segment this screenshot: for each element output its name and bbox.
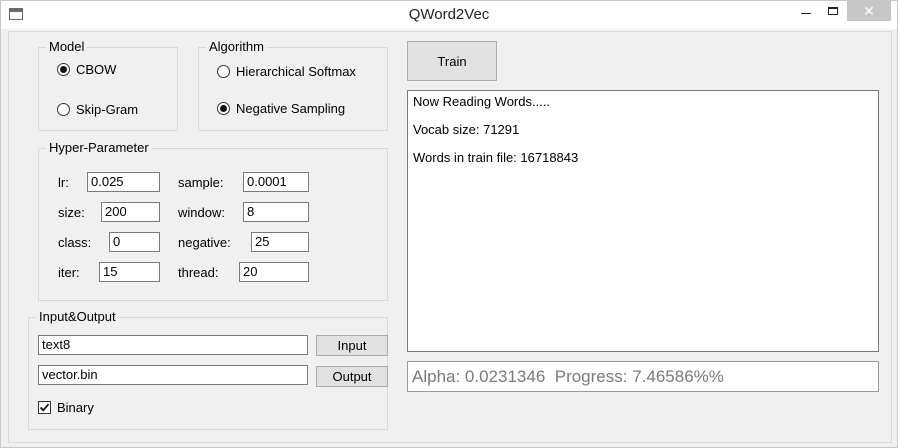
class-label: class: [58, 235, 92, 250]
thread-label: thread: [178, 265, 219, 280]
class-input[interactable]: 0 [109, 232, 160, 252]
radio-negative-sampling-label: Negative Sampling [236, 101, 346, 116]
hyper-parameter-group: Hyper-Parameter lr: 0.025 sample: 0.0001… [38, 140, 388, 301]
sample-input[interactable]: 0.0001 [243, 172, 309, 192]
checkmark-icon [39, 403, 50, 412]
algorithm-group: Algorithm Hierarchical Softmax Negative … [198, 39, 388, 131]
log-line: Vocab size: 71291 [413, 122, 520, 137]
checkbox-indicator [38, 401, 51, 414]
iter-label: iter: [58, 265, 80, 280]
log-output[interactable]: Now Reading Words..... Vocab size: 71291… [407, 90, 879, 352]
output-button[interactable]: Output [316, 366, 388, 387]
radio-cbow[interactable]: CBOW [57, 62, 116, 77]
window-label: window: [178, 205, 225, 220]
hyper-parameter-legend: Hyper-Parameter [46, 140, 152, 156]
model-group: Model CBOW Skip-Gram [38, 39, 178, 131]
title-bar[interactable]: QWord2Vec ✕ [1, 1, 897, 29]
model-legend: Model [46, 39, 88, 55]
main-window: QWord2Vec ✕ Model CBOW Skip-Gram Algorit… [0, 0, 898, 448]
input-output-group: Input&Output text8 Input vector.bin Outp… [28, 309, 388, 430]
radio-indicator [57, 63, 70, 76]
minimize-button[interactable] [792, 1, 820, 21]
binary-checkbox[interactable]: Binary [38, 400, 94, 415]
input-file-field[interactable]: text8 [38, 335, 308, 355]
input-output-legend: Input&Output [36, 309, 119, 325]
iter-input[interactable]: 15 [99, 262, 160, 282]
binary-label: Binary [57, 400, 94, 415]
algorithm-legend: Algorithm [206, 39, 267, 55]
radio-cbow-label: CBOW [76, 62, 117, 77]
lr-label: lr: [58, 175, 69, 190]
maximize-icon [828, 7, 838, 15]
train-button[interactable]: Train [407, 41, 497, 81]
close-button[interactable]: ✕ [847, 1, 891, 21]
log-line: Words in train file: 16718843 [413, 150, 579, 165]
radio-indicator [57, 103, 70, 116]
size-input[interactable]: 200 [101, 202, 160, 222]
radio-skip-gram-label: Skip-Gram [76, 102, 139, 117]
radio-indicator [217, 102, 230, 115]
negative-label: negative: [178, 235, 231, 250]
status-field: Alpha: 0.0231346 Progress: 7.46586%% [407, 361, 879, 392]
maximize-button[interactable] [819, 1, 847, 21]
sample-label: sample: [178, 175, 224, 190]
close-icon: ✕ [863, 3, 875, 19]
radio-hierarchical-softmax-label: Hierarchical Softmax [236, 64, 356, 79]
window-input[interactable]: 8 [243, 202, 309, 222]
output-file-field[interactable]: vector.bin [38, 365, 308, 385]
radio-skip-gram[interactable]: Skip-Gram [57, 102, 138, 117]
thread-input[interactable]: 20 [239, 262, 309, 282]
window-title: QWord2Vec [408, 6, 490, 23]
client-area: Model CBOW Skip-Gram Algorithm Hierarchi… [8, 31, 892, 443]
log-line: Now Reading Words..... [413, 94, 551, 109]
minimize-icon [801, 12, 811, 14]
input-button[interactable]: Input [316, 335, 388, 356]
radio-indicator [217, 65, 230, 78]
negative-input[interactable]: 25 [251, 232, 309, 252]
radio-hierarchical-softmax[interactable]: Hierarchical Softmax [217, 64, 356, 79]
size-label: size: [58, 205, 85, 220]
radio-negative-sampling[interactable]: Negative Sampling [217, 101, 345, 116]
lr-input[interactable]: 0.025 [87, 172, 160, 192]
